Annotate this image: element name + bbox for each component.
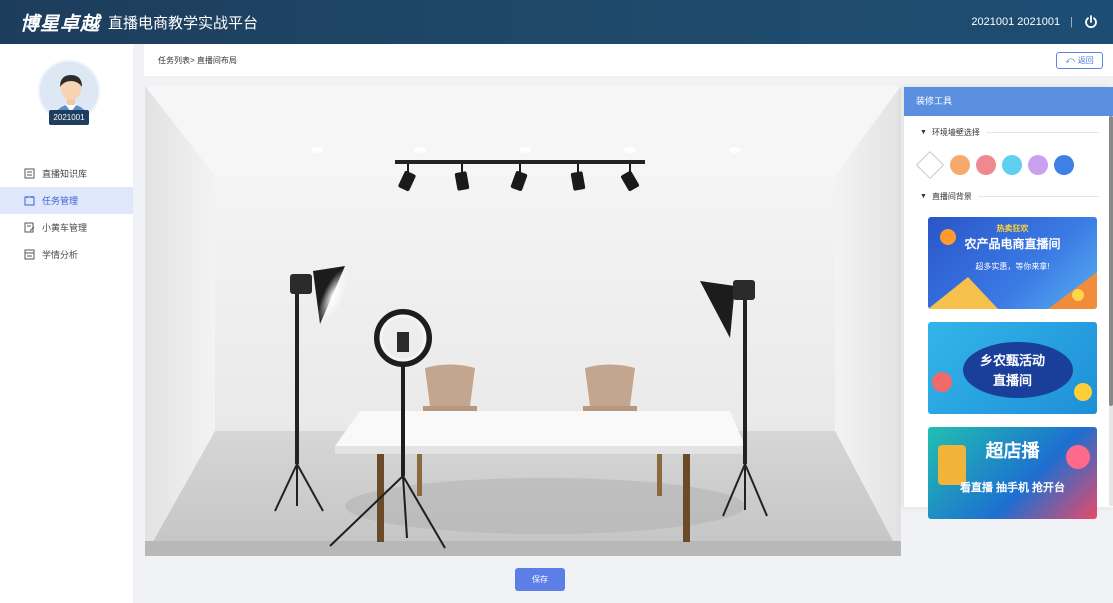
avatar-id-badge: 2021001	[49, 110, 89, 125]
background-option[interactable]: 热卖狂欢 农产品电商直播间 超多实惠，等你来拿!	[928, 217, 1097, 309]
bg-text-line1: 乡农甄活动	[979, 353, 1045, 368]
back-button-label: 返回	[1077, 56, 1094, 65]
sidebar-item-label: 学情分析	[42, 250, 79, 260]
bg-text-line1: 热卖狂欢	[996, 224, 1029, 233]
sidebar-nav: 直播知识库 任务管理 小黄车管理 学情分析	[0, 160, 133, 268]
background-option[interactable]: 超店播 看直播 抽手机 抢开台	[928, 427, 1097, 519]
bg-text-line2: 直播间	[992, 373, 1032, 388]
back-arrow-icon: ⤺	[1065, 55, 1075, 65]
panel-scrollbar[interactable]	[1109, 116, 1113, 506]
chart-icon	[24, 249, 35, 260]
save-button[interactable]: 保存	[515, 568, 565, 591]
cart-icon	[24, 222, 35, 233]
bg-text-line2: 农产品电商直播间	[964, 237, 1061, 251]
app-title: 直播电商教学实战平台	[108, 14, 259, 32]
book-icon	[24, 168, 35, 179]
sidebar-item-knowledge[interactable]: 直播知识库	[0, 160, 133, 187]
header-user-area: 2021001 2021001 |	[971, 14, 1099, 30]
decoration-tool-panel: 装修工具 ▼ 环境墙壁选择 ▼ 直播间背景 热卖狂欢 农产品电商直播间 超多实惠	[904, 87, 1113, 519]
bg-section-header[interactable]: ▼ 直播间背景	[904, 189, 1113, 203]
background-option[interactable]: 乡农甄活动 直播间	[928, 322, 1097, 414]
bg-text-line2: 看直播 抽手机 抢开台	[959, 482, 1066, 494]
sidebar-item-analysis[interactable]: 学情分析	[0, 241, 133, 268]
sidebar-item-label: 直播知识库	[42, 169, 88, 179]
sidebar-item-cart[interactable]: 小黄车管理	[0, 214, 133, 241]
user-name: 2021001 2021001	[971, 16, 1061, 28]
back-button[interactable]: ⤺ 返回	[1056, 52, 1103, 69]
task-icon	[24, 195, 35, 206]
power-icon[interactable]	[1083, 14, 1099, 30]
color-swatch-pink[interactable]	[976, 155, 996, 175]
sidebar-item-label: 任务管理	[42, 196, 79, 206]
bg-text-line1: 超店播	[985, 441, 1040, 461]
sidebar-item-tasks[interactable]: 任务管理	[0, 187, 133, 214]
bg-text-line3: 超多实惠，等你来拿!	[975, 262, 1050, 271]
divider	[977, 195, 1099, 197]
sidebar: 2021001 直播知识库 任务管理 小黄车管理 学情分析	[0, 44, 133, 603]
color-swatch-blue[interactable]	[1054, 155, 1074, 175]
breadcrumb[interactable]: 任务列表> 直播间布局	[158, 55, 237, 66]
breadcrumb-bar: 任务列表> 直播间布局 ⤺ 返回	[144, 44, 1113, 76]
sidebar-item-label: 小黄车管理	[42, 223, 88, 233]
color-swatch-orange[interactable]	[950, 155, 970, 175]
color-swatch-white[interactable]	[915, 150, 945, 180]
brand-logo: 博星卓越	[20, 13, 101, 35]
wall-section-title: 环境墙壁选择	[931, 127, 980, 137]
panel-title: 装修工具	[904, 87, 1113, 116]
header-separator: |	[1070, 16, 1073, 28]
bg-section-title: 直播间背景	[931, 191, 972, 201]
color-swatch-purple[interactable]	[1028, 155, 1048, 175]
caret-down-icon: ▼	[920, 192, 927, 200]
background-list: 热卖狂欢 农产品电商直播间 超多实惠，等你来拿! 乡农甄活动 直播间 超店播 看…	[928, 217, 1097, 532]
top-header: 博星卓越 直播电商教学实战平台 2021001 2021001 |	[0, 0, 1113, 44]
scrollbar-thumb[interactable]	[1109, 116, 1113, 406]
caret-down-icon: ▼	[920, 128, 927, 136]
color-swatch-cyan[interactable]	[1002, 155, 1022, 175]
wall-color-swatches	[904, 147, 1113, 183]
wall-section-header[interactable]: ▼ 环境墙壁选择	[904, 125, 1113, 139]
live-room-stage[interactable]	[145, 86, 901, 556]
room-illustration	[145, 86, 901, 556]
divider	[985, 131, 1099, 133]
